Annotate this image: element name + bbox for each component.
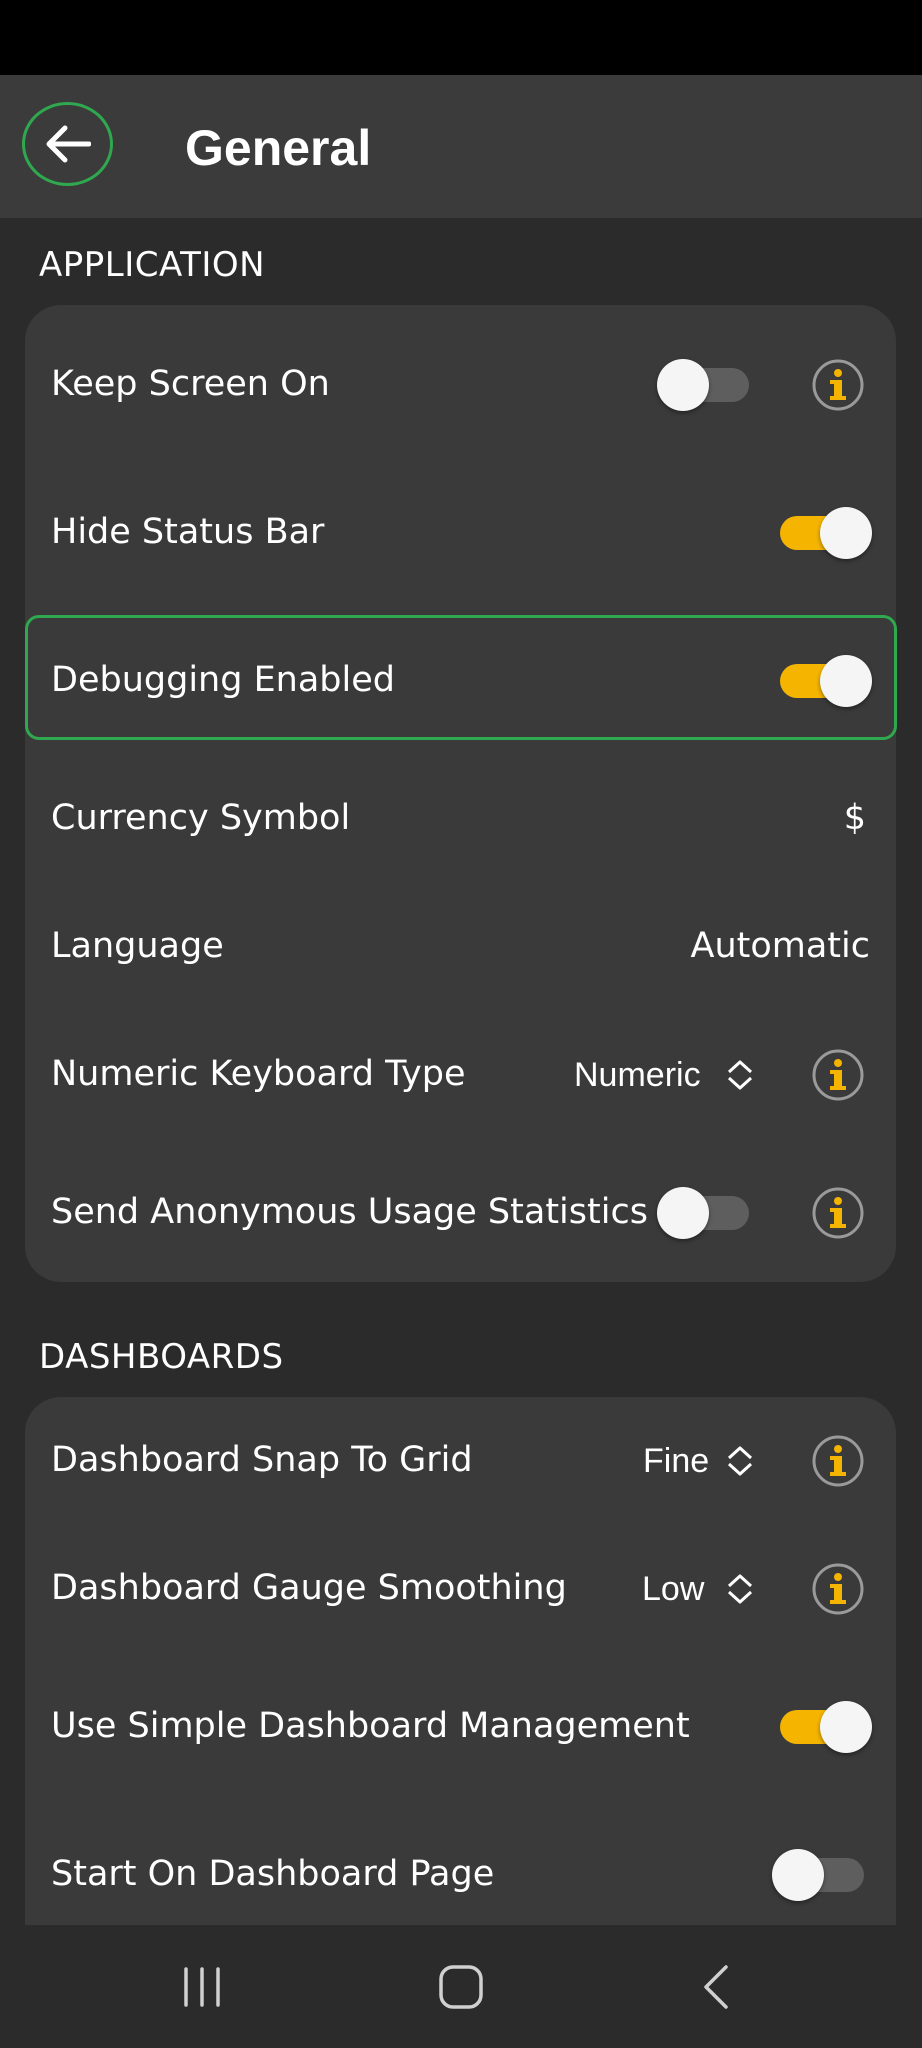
send-usage-stats-toggle[interactable] [657,1187,749,1239]
toggle-knob [657,359,709,411]
back-chevron-icon[interactable] [700,1963,732,2011]
home-icon[interactable] [437,1963,485,2011]
start-on-dashboard-toggle[interactable] [772,1849,864,1901]
back-button[interactable] [22,102,113,186]
system-navigation-bar [0,1925,922,2048]
row-start-on-dashboard-page[interactable]: Start On Dashboard Page [25,1835,896,1915]
dashboards-card: Dashboard Snap To Grid Fine Dashboard Ga… [25,1397,896,1957]
section-header-application: APPLICATION [39,245,266,285]
row-label: Start On Dashboard Page [51,1854,495,1894]
hide-status-bar-toggle[interactable] [780,507,872,559]
row-label: Use Simple Dashboard Management [51,1706,690,1746]
info-icon[interactable] [811,1048,865,1102]
info-icon[interactable] [811,358,865,412]
app-bar: General [0,75,922,218]
toggle-knob [772,1849,824,1901]
row-numeric-keyboard-type[interactable]: Numeric Keyboard Type Numeric [25,1035,896,1115]
row-simple-dashboard-management[interactable]: Use Simple Dashboard Management [25,1687,896,1767]
toggle-knob [820,507,872,559]
row-label: Currency Symbol [51,798,351,838]
row-send-usage-stats[interactable]: Send Anonymous Usage Statistics [25,1173,896,1253]
updown-chevron-icon[interactable] [725,1444,755,1478]
section-header-dashboards: DASHBOARDS [39,1337,284,1377]
row-label: Hide Status Bar [51,512,325,552]
keep-screen-on-toggle[interactable] [657,359,749,411]
language-value: Automatic [690,926,871,966]
row-label: Send Anonymous Usage Statistics [51,1192,648,1232]
row-currency-symbol[interactable]: Currency Symbol $ [25,779,896,859]
currency-symbol-value: $ [843,798,866,838]
page-title: General [185,120,372,176]
updown-chevron-icon[interactable] [725,1058,755,1092]
updown-chevron-icon[interactable] [725,1572,755,1606]
row-label: Numeric Keyboard Type [51,1054,466,1094]
application-card: Keep Screen On Hide Status Bar Debugging… [25,305,896,1282]
debugging-highlight-outline [25,615,897,740]
row-language[interactable]: Language Automatic [25,907,896,987]
system-status-bar [0,0,922,75]
numeric-keyboard-type-value[interactable]: Numeric [574,1050,701,1100]
gauge-smoothing-value[interactable]: Low [642,1564,704,1614]
row-dashboard-gauge-smoothing[interactable]: Dashboard Gauge Smoothing Low [25,1549,896,1629]
row-label: Dashboard Snap To Grid [51,1440,473,1480]
row-label: Dashboard Gauge Smoothing [51,1568,567,1608]
row-dashboard-snap-to-grid[interactable]: Dashboard Snap To Grid Fine [25,1421,896,1501]
info-icon[interactable] [811,1562,865,1616]
info-icon[interactable] [811,1434,865,1488]
row-keep-screen-on[interactable]: Keep Screen On [25,345,896,425]
simple-dashboard-management-toggle[interactable] [780,1701,872,1753]
toggle-knob [820,1701,872,1753]
row-hide-status-bar[interactable]: Hide Status Bar [25,493,896,573]
arrow-left-icon [46,125,91,163]
recent-apps-icon[interactable] [180,1965,224,2009]
row-label: Language [51,926,224,966]
row-label: Keep Screen On [51,364,330,404]
info-icon[interactable] [811,1186,865,1240]
toggle-knob [657,1187,709,1239]
snap-to-grid-value[interactable]: Fine [643,1436,709,1486]
